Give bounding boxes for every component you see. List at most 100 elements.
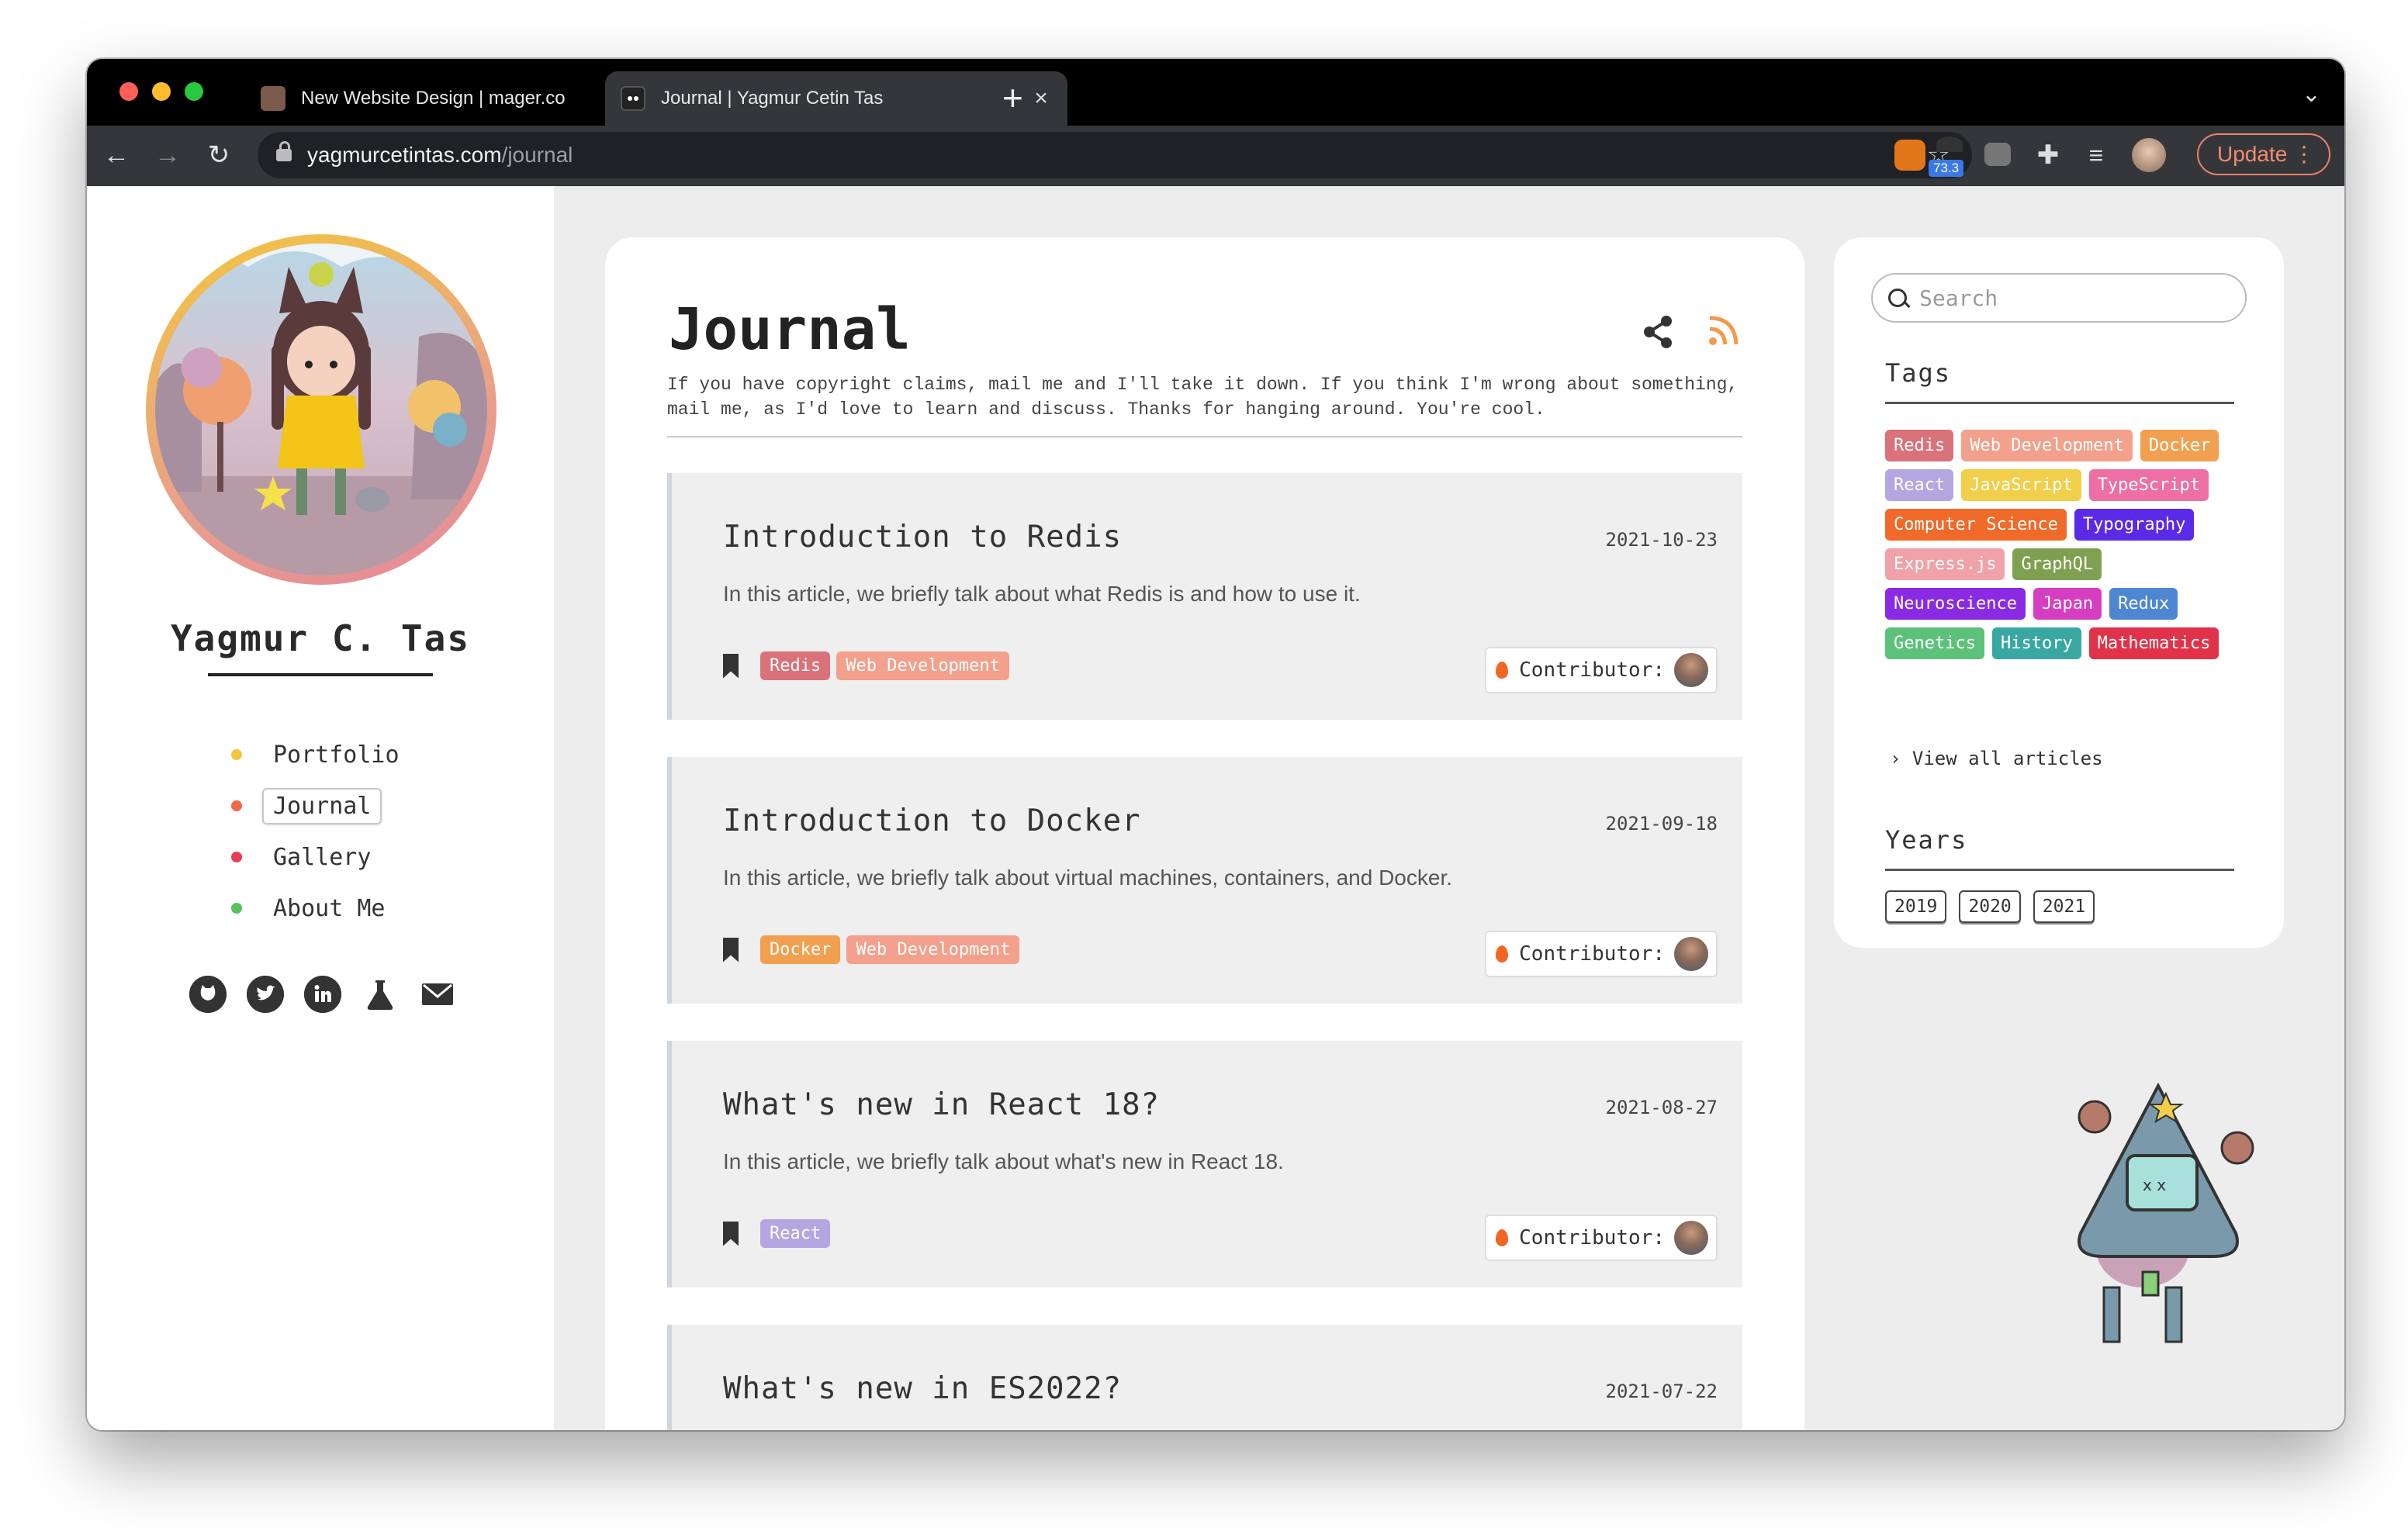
minimize-window-button[interactable] bbox=[152, 82, 171, 101]
metamask-extension-icon[interactable] bbox=[1894, 140, 1925, 171]
tag-typescript[interactable]: TypeScript bbox=[2088, 469, 2209, 501]
tag-redis[interactable]: Redis bbox=[760, 651, 831, 680]
profile-avatar[interactable] bbox=[2132, 138, 2166, 172]
nav-item-gallery[interactable]: Gallery bbox=[231, 831, 410, 883]
share-icon[interactable] bbox=[1642, 315, 1676, 353]
browser-toolbar: ← → ↻ yagmurcetintas.com/journal ☆ 73.3 … bbox=[87, 126, 2344, 186]
contributor-avatar bbox=[1674, 937, 1708, 971]
robot-mascot-icon: x x bbox=[2078, 1082, 2254, 1343]
tag-javascript[interactable]: JavaScript bbox=[1961, 469, 2081, 501]
extensions-puzzle-icon[interactable]: ✚ bbox=[2033, 140, 2064, 171]
svg-text:x x: x x bbox=[2143, 1176, 2166, 1194]
reading-list-icon[interactable]: ≡ bbox=[2081, 140, 2112, 171]
article-title[interactable]: Introduction to Redis bbox=[723, 520, 1122, 555]
zoom-window-button[interactable] bbox=[185, 82, 203, 101]
article-card[interactable]: What's new in ES2022? 2021-07-22 bbox=[667, 1325, 1742, 1430]
back-button[interactable]: ← bbox=[96, 135, 137, 175]
tag-docker[interactable]: Docker bbox=[2140, 430, 2219, 461]
nav-label[interactable]: Portfolio bbox=[262, 737, 410, 773]
tag-react[interactable]: React bbox=[1885, 469, 1954, 501]
contributor-avatar bbox=[1674, 653, 1708, 687]
article-card[interactable]: What's new in React 18? 2021-08-27 In th… bbox=[667, 1041, 1742, 1287]
extension-icon[interactable] bbox=[1936, 137, 1963, 152]
tag-neuroscience[interactable]: Neuroscience bbox=[1885, 588, 2026, 620]
article-card[interactable]: Introduction to Docker 2021-09-18 In thi… bbox=[667, 757, 1742, 1004]
year-button-2021[interactable]: 2021 bbox=[2033, 890, 2095, 923]
forward-button[interactable]: → bbox=[147, 135, 188, 175]
twitter-icon[interactable] bbox=[247, 976, 284, 1013]
social-links bbox=[189, 976, 456, 1013]
search-input[interactable] bbox=[1918, 284, 2231, 312]
nav-bullet-icon bbox=[231, 800, 242, 811]
browser-window: New Website Design | mager.co × Journal … bbox=[87, 59, 2344, 1430]
bookmark-icon bbox=[723, 1221, 739, 1246]
intro-divider bbox=[667, 436, 1742, 437]
tag-mathematics[interactable]: Mathematics bbox=[2088, 627, 2219, 659]
url-text[interactable]: yagmurcetintas.com/journal bbox=[307, 143, 573, 168]
journal-intro: If you have copyright claims, mail me an… bbox=[667, 375, 1739, 420]
girl-illustration-icon bbox=[155, 244, 487, 575]
article-title[interactable]: What's new in ES2022? bbox=[723, 1371, 1122, 1406]
nav-item-journal[interactable]: Journal bbox=[231, 780, 410, 831]
tag-history[interactable]: History bbox=[1991, 627, 2081, 659]
tag-web-development[interactable]: Web Development bbox=[846, 935, 1020, 964]
page-title: Journal bbox=[669, 296, 911, 363]
bookmark-icon bbox=[723, 937, 739, 962]
tag-computer-science[interactable]: Computer Science bbox=[1885, 509, 2067, 541]
tab-close-icon[interactable]: × bbox=[1026, 85, 1057, 112]
year-button-2019[interactable]: 2019 bbox=[1885, 890, 1947, 923]
contributor-badge[interactable]: Contributor: bbox=[1485, 931, 1718, 977]
close-window-button[interactable] bbox=[119, 82, 138, 101]
contributor-badge[interactable]: Contributor: bbox=[1485, 647, 1718, 693]
mail-icon[interactable] bbox=[419, 976, 456, 1013]
nav-label[interactable]: About Me bbox=[262, 890, 396, 927]
tab-search-icon[interactable]: ⌄ bbox=[2302, 81, 2321, 108]
tag-graphql[interactable]: GraphQL bbox=[2012, 548, 2102, 580]
nav-item-portfolio[interactable]: Portfolio bbox=[231, 729, 410, 780]
tag-docker[interactable]: Docker bbox=[760, 935, 841, 964]
view-all-articles-link[interactable]: › View all articles bbox=[1890, 748, 2103, 769]
more-menu-icon[interactable]: ⋮ bbox=[2293, 135, 2315, 174]
update-button[interactable]: Update ⋮ bbox=[2197, 133, 2330, 175]
nav-label[interactable]: Gallery bbox=[262, 839, 382, 876]
reload-button[interactable]: ↻ bbox=[199, 135, 239, 175]
tag-web-development[interactable]: Web Development bbox=[1961, 430, 2133, 461]
new-tab-button[interactable]: + bbox=[1002, 76, 1023, 119]
rss-icon[interactable] bbox=[1705, 312, 1742, 353]
article-title[interactable]: What's new in React 18? bbox=[723, 1087, 1160, 1122]
article-tags: Redis Web Development bbox=[723, 651, 1009, 680]
tag-cloud: Redis Web Development Docker React JavaS… bbox=[1885, 430, 2226, 659]
contributor-badge[interactable]: Contributor: bbox=[1485, 1215, 1718, 1261]
tag-redis[interactable]: Redis bbox=[1885, 430, 1954, 461]
flask-icon[interactable] bbox=[362, 976, 399, 1013]
tag-react[interactable]: React bbox=[760, 1219, 831, 1248]
nav-label[interactable]: Journal bbox=[262, 787, 382, 824]
site-owner-name: Yagmur C. Tas bbox=[170, 617, 471, 659]
tab-favicon-icon bbox=[621, 86, 645, 111]
nav-item-about-me[interactable]: About Me bbox=[231, 883, 410, 934]
tag-redux[interactable]: Redux bbox=[2109, 588, 2178, 620]
tag-typography[interactable]: Typography bbox=[2074, 509, 2195, 541]
tag-genetics[interactable]: Genetics bbox=[1885, 627, 1984, 659]
url-host: yagmurcetintas.com bbox=[307, 143, 502, 167]
css-extension-icon[interactable] bbox=[1984, 143, 2011, 166]
article-date: 2021-08-27 bbox=[1605, 1097, 1718, 1118]
left-sidebar: Yagmur C. Tas Portfolio Journal Gallery bbox=[87, 186, 554, 1430]
tab-active[interactable]: Journal | Yagmur Cetin Tas × bbox=[605, 71, 1067, 126]
github-icon[interactable] bbox=[189, 976, 227, 1013]
linkedin-icon[interactable] bbox=[304, 976, 341, 1013]
article-card[interactable]: Introduction to Redis 2021-10-23 In this… bbox=[667, 473, 1742, 720]
mascot-illustration: x x bbox=[2057, 1078, 2275, 1361]
address-bar[interactable]: yagmurcetintas.com/journal ☆ bbox=[258, 132, 1972, 178]
tag-japan[interactable]: Japan bbox=[2033, 588, 2102, 620]
years-heading: Years bbox=[1885, 825, 1968, 855]
tag-expressjs[interactable]: Express.js bbox=[1885, 548, 2005, 580]
year-button-2020[interactable]: 2020 bbox=[1959, 890, 2021, 923]
lock-icon[interactable] bbox=[276, 141, 292, 161]
nav-bullet-icon bbox=[231, 749, 242, 760]
nav-bullet-icon bbox=[231, 903, 242, 914]
fire-icon bbox=[1496, 1229, 1509, 1246]
tag-web-development[interactable]: Web Development bbox=[836, 651, 1009, 680]
search-box[interactable] bbox=[1871, 273, 2247, 323]
article-title[interactable]: Introduction to Docker bbox=[723, 804, 1141, 838]
